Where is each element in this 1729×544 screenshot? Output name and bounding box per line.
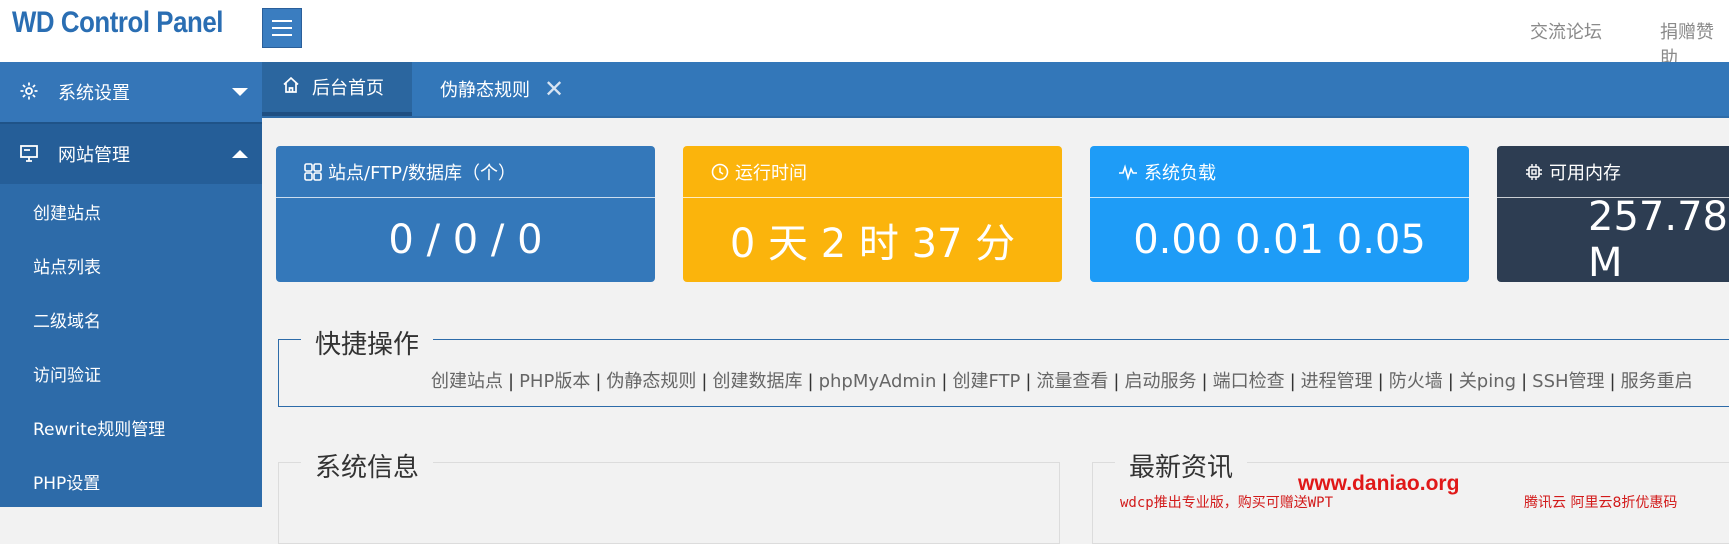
tab-home[interactable]: 后台首页 — [262, 62, 412, 116]
tab-bar: 后台首页 伪静态规则 ✕ — [262, 62, 1729, 118]
pulse-icon — [1118, 163, 1138, 181]
card-title: 可用内存 — [1549, 162, 1621, 184]
gear-icon — [19, 81, 39, 106]
quick-action-link[interactable]: 伪静态规则 — [606, 371, 696, 392]
system-info-title: 系统信息 — [301, 447, 434, 484]
caret-down-icon — [232, 88, 248, 96]
quick-action-link[interactable]: 端口检查 — [1213, 371, 1285, 392]
news-title: 最新资讯 — [1115, 447, 1248, 484]
hamburger-icon-line — [272, 34, 292, 36]
sidebar-item-rewrite-rules[interactable]: Rewrite规则管理 — [0, 400, 262, 454]
card-value: 0.00 0.01 0.05 — [1133, 217, 1426, 263]
hamburger-icon-line — [272, 27, 292, 29]
link-separator: | — [941, 371, 948, 392]
quick-actions-title: 快捷操作 — [301, 324, 434, 361]
sidebar-group-label: 网站管理 — [58, 145, 130, 166]
sidebar-group-site-management[interactable]: 网站管理 — [0, 124, 262, 184]
card-value: 0 / 0 / 0 — [388, 217, 543, 263]
news-item[interactable]: wdcp推出专业版，购买可赠送WPT — [1120, 492, 1333, 512]
quick-action-link[interactable]: 进程管理 — [1301, 371, 1373, 392]
system-info-panel: 系统信息 — [278, 447, 1060, 544]
sidebar-item-create-site[interactable]: 创建站点 — [0, 184, 262, 238]
quick-action-link[interactable]: 创建站点 — [431, 371, 503, 392]
hamburger-icon-line — [272, 20, 292, 22]
sidebar-group-label: 系统设置 — [58, 83, 130, 104]
close-icon[interactable]: ✕ — [544, 77, 564, 101]
link-separator: | — [1377, 371, 1384, 392]
link-separator: | — [1609, 371, 1616, 392]
stat-card-memory: 可用内存 257.78 M — [1497, 146, 1729, 286]
link-separator: | — [1201, 371, 1208, 392]
quick-action-link[interactable]: 关ping — [1459, 371, 1516, 392]
quick-action-link[interactable]: 防火墙 — [1389, 371, 1443, 392]
monitor-icon — [19, 143, 39, 168]
tab-label: 伪静态规则 — [440, 80, 530, 101]
link-separator: | — [701, 371, 708, 392]
card-title: 系统负载 — [1144, 162, 1216, 184]
sidebar-group-system-settings[interactable]: 系统设置 — [0, 62, 262, 122]
sidebar-item-php-settings[interactable]: PHP设置 — [0, 454, 262, 508]
sidebar-item-subdomain[interactable]: 二级域名 — [0, 292, 262, 346]
tab-label: 后台首页 — [312, 78, 384, 99]
quick-action-link[interactable]: 流量查看 — [1036, 371, 1108, 392]
sidebar-item-access-auth[interactable]: 访问验证 — [0, 346, 262, 400]
link-separator: | — [807, 371, 814, 392]
quick-action-link[interactable]: SSH管理 — [1532, 371, 1604, 392]
link-separator: | — [1521, 371, 1528, 392]
chip-icon — [1525, 163, 1543, 181]
link-separator: | — [1113, 371, 1120, 392]
link-separator: | — [595, 371, 602, 392]
stat-card-load: 系统负载 0.00 0.01 0.05 — [1090, 146, 1469, 282]
home-icon — [282, 76, 300, 99]
sidebar: 系统设置 网站管理 创建站点 站点列表 二级域名 访问验证 Rewrite规则管… — [0, 62, 262, 507]
quick-action-link[interactable]: 服务重启 — [1621, 371, 1693, 392]
grid-icon — [304, 162, 322, 181]
card-value: 0 天 2 时 37 分 — [729, 221, 1016, 267]
link-separator: | — [508, 371, 515, 392]
menu-toggle-button[interactable] — [262, 8, 302, 48]
card-title: 运行时间 — [735, 162, 807, 184]
quick-action-link[interactable]: PHP版本 — [519, 371, 590, 392]
quick-action-link[interactable]: 创建数据库 — [712, 371, 802, 392]
quick-actions-links: 创建站点 | PHP版本 | 伪静态规则 | 创建数据库 | phpMyAdmin | 创建FTP |… — [431, 367, 1693, 393]
clock-icon — [711, 163, 729, 181]
stat-card-uptime: 运行时间 0 天 2 时 37 分 — [683, 146, 1062, 282]
link-separator: | — [1025, 371, 1032, 392]
card-title: 站点/FTP/数据库（个） — [328, 162, 517, 184]
quick-action-link[interactable]: phpMyAdmin — [819, 371, 937, 392]
link-separator: | — [1447, 371, 1454, 392]
quick-action-link[interactable]: 创建FTP — [952, 371, 1020, 392]
card-value: 257.78 M — [1588, 194, 1728, 286]
quick-action-link[interactable]: 启动服务 — [1125, 371, 1197, 392]
top-bar: WD Control Panel 交流论坛 捐赠赞助 — [0, 0, 1729, 69]
stat-card-sites: 站点/FTP/数据库（个） 0 / 0 / 0 — [276, 146, 655, 282]
sidebar-item-site-list[interactable]: 站点列表 — [0, 238, 262, 292]
link-separator: | — [1289, 371, 1296, 392]
quick-actions-panel: 快捷操作 创建站点 | PHP版本 | 伪静态规则 | 创建数据库 | phpMyAdmin | 创… — [278, 324, 1729, 407]
app-logo[interactable]: WD Control Panel — [12, 6, 223, 40]
news-item[interactable]: 腾讯云 阿里云8折优惠码 — [1524, 492, 1677, 512]
caret-up-icon — [232, 150, 248, 158]
tab-rewrite-rules[interactable]: 伪静态规则 ✕ — [440, 62, 564, 116]
forum-link[interactable]: 交流论坛 — [1530, 18, 1602, 44]
